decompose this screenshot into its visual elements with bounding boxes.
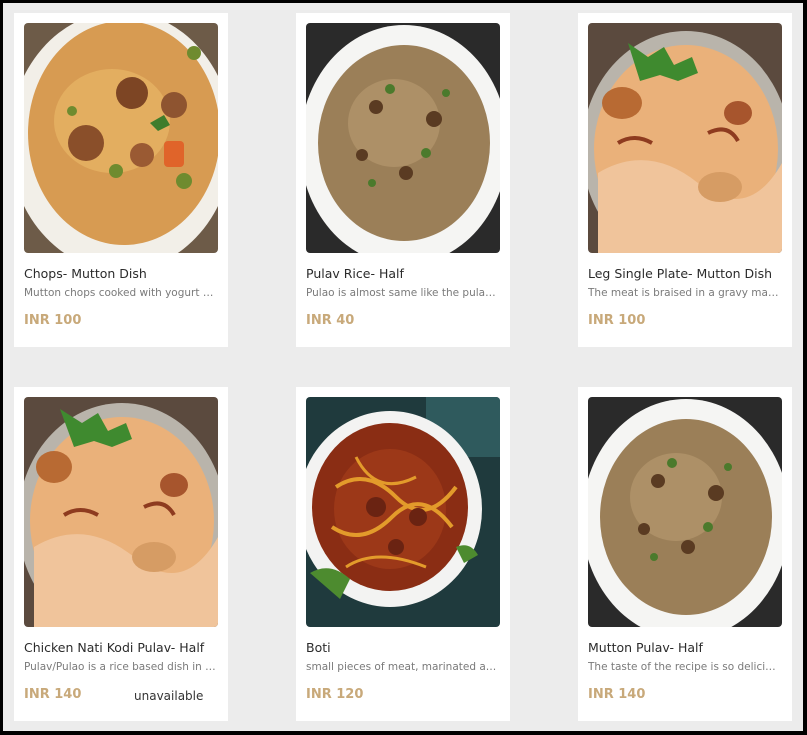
item-description: The meat is braised in a gravy made with…	[588, 287, 782, 299]
item-title: Pulav Rice- Half	[306, 266, 404, 281]
item-price: INR 140	[588, 687, 646, 702]
brown-pulao-plate-image[interactable]	[588, 397, 782, 627]
item-title: Boti	[306, 640, 331, 655]
item-title: Mutton Pulav- Half	[588, 640, 703, 655]
biryani-plate-image[interactable]	[588, 23, 782, 253]
item-price: INR 100	[24, 313, 82, 328]
boti-curry-bowl-image[interactable]	[306, 397, 500, 627]
menu-item-card[interactable]: Pulav Rice- Half Pulao is almost same li…	[296, 13, 510, 347]
item-description: Mutton chops cooked with yogurt and spic…	[24, 287, 218, 299]
biryani-plate-image[interactable]	[24, 397, 218, 627]
item-description: small pieces of meat, marinated and cook…	[306, 661, 500, 673]
menu-item-card[interactable]: Chicken Nati Kodi Pulav- Half Pulav/Pula…	[14, 387, 228, 721]
item-price: INR 120	[306, 687, 364, 702]
item-title: Chicken Nati Kodi Pulav- Half	[24, 640, 205, 655]
menu-item-card[interactable]: Mutton Pulav- Half The taste of the reci…	[578, 387, 792, 721]
item-description: The taste of the recipe is so delicious …	[588, 661, 782, 673]
menu-item-card[interactable]: Leg Single Plate- Mutton Dish The meat i…	[578, 13, 792, 347]
menu-grid: Chops- Mutton Dish Mutton chops cooked w…	[3, 3, 803, 731]
menu-item-card[interactable]: Boti small pieces of meat, marinated and…	[296, 387, 510, 721]
menu-item-card[interactable]: Chops- Mutton Dish Mutton chops cooked w…	[14, 13, 228, 347]
brown-pulao-plate-image[interactable]	[306, 23, 500, 253]
item-price: INR 40	[306, 313, 355, 328]
mutton-veg-pulao-image[interactable]	[24, 23, 218, 253]
item-title: Leg Single Plate- Mutton Dish	[588, 266, 773, 281]
item-description: Pulav/Pulao is a rice based dish in whic…	[24, 661, 218, 673]
availability-status: unavailable	[134, 689, 204, 703]
item-price: INR 140	[24, 687, 82, 702]
item-price: INR 100	[588, 313, 646, 328]
item-description: Pulao is almost same like the pulao rice	[306, 287, 500, 299]
item-title: Chops- Mutton Dish	[24, 266, 147, 281]
